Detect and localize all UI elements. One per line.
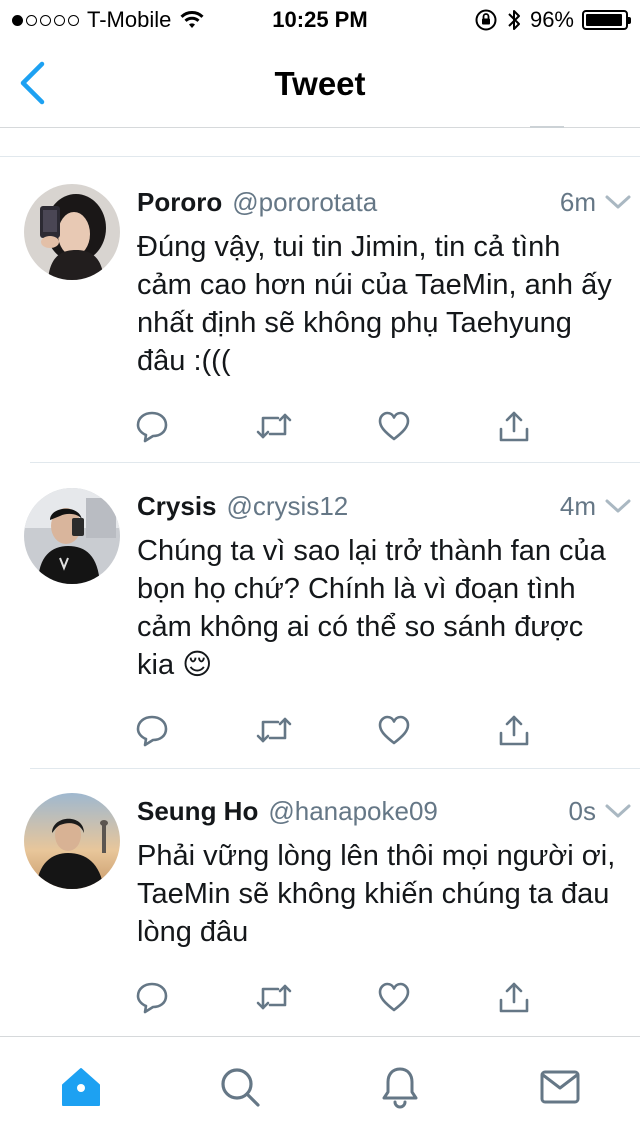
retweet-icon <box>256 984 292 1010</box>
like-button[interactable] <box>374 406 414 446</box>
tweet-text: Chúng ta vì sao lại trở thành fan của bọ… <box>137 535 606 681</box>
battery-icon <box>582 10 631 30</box>
username[interactable]: @hanapoke09 <box>268 796 438 827</box>
notifications-icon <box>382 1067 418 1109</box>
heart-icon <box>378 411 410 441</box>
retweet-icon <box>256 413 292 439</box>
status-right: 96% <box>474 6 631 34</box>
status-bar: T-Mobile 10:25 PM 96% <box>0 0 640 40</box>
tweet-text: Đúng vậy, tui tin Jimin, tin cả tình cảm… <box>137 231 612 377</box>
tab-notifications[interactable] <box>374 1061 426 1113</box>
tweet-menu-button[interactable] <box>604 494 632 518</box>
retweet-button[interactable] <box>254 406 294 446</box>
search-icon <box>221 1068 260 1107</box>
like-button[interactable] <box>374 710 414 750</box>
like-button[interactable] <box>374 977 414 1017</box>
reply-button[interactable] <box>132 406 172 446</box>
navigation-bar: Tweet <box>0 40 640 128</box>
divider <box>0 156 640 157</box>
display-name[interactable]: Crysis <box>137 491 217 522</box>
tweet-menu-button[interactable] <box>604 799 632 823</box>
chevron-down-icon <box>605 195 631 209</box>
tab-search[interactable] <box>214 1061 266 1113</box>
tweet-actions <box>132 406 552 446</box>
tweet-menu-button[interactable] <box>604 190 632 214</box>
tab-messages[interactable] <box>534 1061 586 1113</box>
avatar[interactable] <box>24 793 120 889</box>
orientation-lock-icon <box>475 9 497 31</box>
reply-icon <box>136 982 168 1014</box>
tweet-header: Crysis @crysis12 <box>137 488 617 524</box>
heart-icon <box>378 982 410 1012</box>
tweet-header: Pororo @pororotata <box>137 184 617 220</box>
display-name[interactable]: Pororo <box>137 187 222 218</box>
reply-button[interactable] <box>132 710 172 750</box>
reply-button[interactable] <box>132 977 172 1017</box>
heart-icon <box>378 715 410 745</box>
home-icon <box>62 1068 100 1106</box>
chevron-down-icon <box>605 499 631 513</box>
messages-icon <box>540 1070 580 1104</box>
share-button[interactable] <box>494 977 534 1017</box>
tab-home[interactable] <box>55 1061 107 1113</box>
retweet-icon <box>256 717 292 743</box>
username[interactable]: @pororotata <box>232 187 377 218</box>
retweet-button[interactable] <box>254 977 294 1017</box>
share-button[interactable] <box>494 710 534 750</box>
collapsed-header-indicator <box>530 126 564 128</box>
divider <box>30 462 640 463</box>
display-name[interactable]: Seung Ho <box>137 796 258 827</box>
username[interactable]: @crysis12 <box>227 491 349 522</box>
page-title: Tweet <box>274 65 366 102</box>
share-icon <box>499 982 529 1013</box>
bluetooth-icon <box>508 10 520 30</box>
avatar[interactable] <box>24 184 120 280</box>
reply-icon <box>136 411 168 443</box>
tweet-text: Phải vững lòng lên thôi mọi người ơi, Ta… <box>137 840 616 948</box>
tweet-actions <box>132 710 552 750</box>
divider <box>30 768 640 769</box>
share-icon <box>499 715 529 746</box>
share-icon <box>499 411 529 442</box>
avatar[interactable] <box>24 488 120 584</box>
tweet-actions <box>132 977 552 1017</box>
tab-bar <box>0 1036 640 1136</box>
timestamp: 4m <box>559 491 596 521</box>
chevron-down-icon <box>605 804 631 818</box>
share-button[interactable] <box>494 406 534 446</box>
timestamp: 6m <box>559 187 596 217</box>
tweet-header: Seung Ho @hanapoke09 <box>137 793 617 829</box>
reply-icon <box>136 715 168 747</box>
retweet-button[interactable] <box>254 710 294 750</box>
battery-percent: 96% <box>529 7 574 32</box>
timestamp: 0s <box>568 796 596 826</box>
